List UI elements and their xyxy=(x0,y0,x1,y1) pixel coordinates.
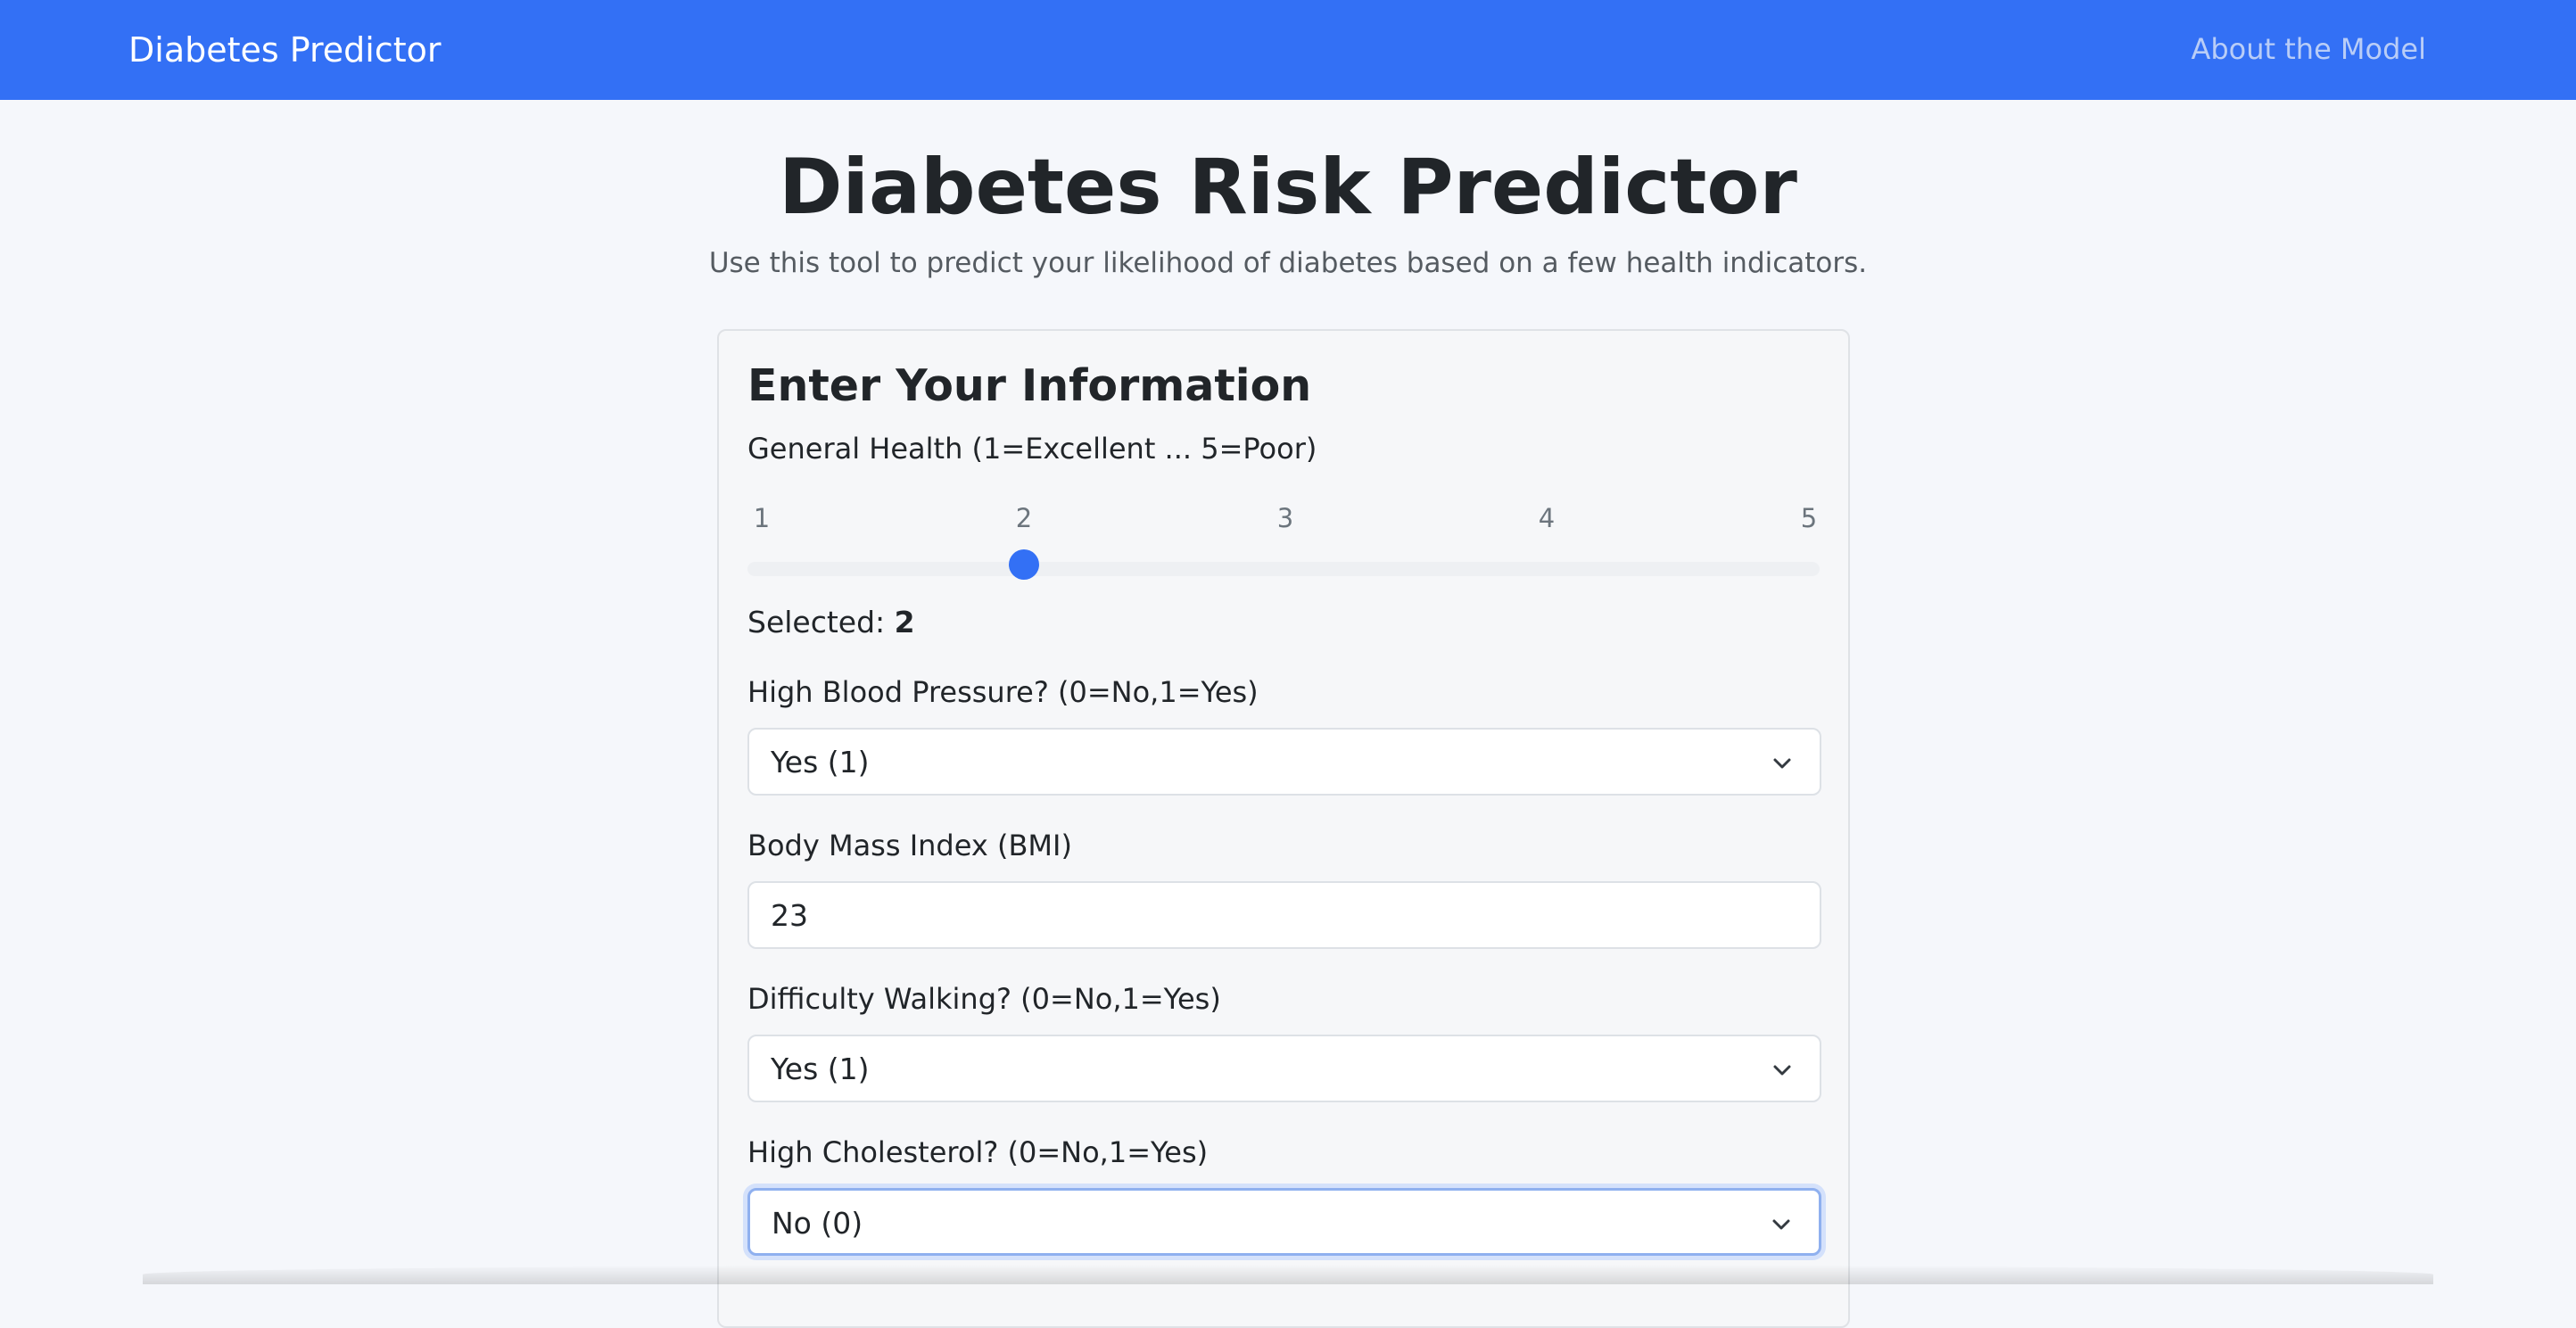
general-health-slider-thumb[interactable] xyxy=(1008,549,1039,580)
brand-link[interactable]: Diabetes Predictor xyxy=(128,27,442,73)
chevron-down-icon xyxy=(1772,1219,1790,1230)
high-blood-pressure-label: High Blood Pressure? (0=No,1=Yes) xyxy=(747,675,1259,709)
bmi-input[interactable]: 23 xyxy=(747,881,1821,949)
bmi-label: Body Mass Index (BMI) xyxy=(747,829,1072,862)
scroll-shadow xyxy=(143,1265,2433,1284)
navbar: Diabetes Predictor About the Model xyxy=(0,0,2576,100)
selected-label: Selected: xyxy=(747,605,895,639)
high-blood-pressure-selected-value: Yes (1) xyxy=(771,745,870,779)
slider-tick-5: 5 xyxy=(1800,503,1818,533)
about-model-link[interactable]: About the Model xyxy=(2191,29,2426,70)
general-health-label: General Health (1=Excellent ... 5=Poor) xyxy=(747,432,1317,466)
difficulty-walking-select[interactable]: Yes (1) xyxy=(747,1035,1821,1102)
difficulty-walking-selected-value: Yes (1) xyxy=(771,1052,870,1086)
bmi-input-value: 23 xyxy=(771,898,808,933)
slider-tick-4: 4 xyxy=(1538,503,1556,533)
chevron-down-icon xyxy=(1773,1065,1791,1076)
slider-tick-1: 1 xyxy=(753,503,771,533)
high-cholesterol-selected-value: No (0) xyxy=(772,1206,863,1241)
information-form-card: Enter Your Information General Health (1… xyxy=(717,329,1850,1328)
chevron-down-icon xyxy=(1773,758,1791,769)
selected-health-value: 2 xyxy=(894,605,915,639)
slider-tick-2: 2 xyxy=(1015,503,1033,533)
difficulty-walking-label: Difficulty Walking? (0=No,1=Yes) xyxy=(747,982,1221,1016)
selected-health-readout: Selected: 2 xyxy=(747,602,915,643)
page-title: Diabetes Risk Predictor xyxy=(779,143,1797,232)
form-title: Enter Your Information xyxy=(747,360,1312,411)
page-subtitle: Use this tool to predict your likelihood… xyxy=(708,247,1868,279)
high-cholesterol-select[interactable]: No (0) xyxy=(747,1188,1821,1256)
slider-tick-3: 3 xyxy=(1276,503,1294,533)
high-blood-pressure-select[interactable]: Yes (1) xyxy=(747,728,1821,796)
high-cholesterol-label: High Cholesterol? (0=No,1=Yes) xyxy=(747,1135,1209,1169)
general-health-slider-track[interactable] xyxy=(747,562,1820,576)
